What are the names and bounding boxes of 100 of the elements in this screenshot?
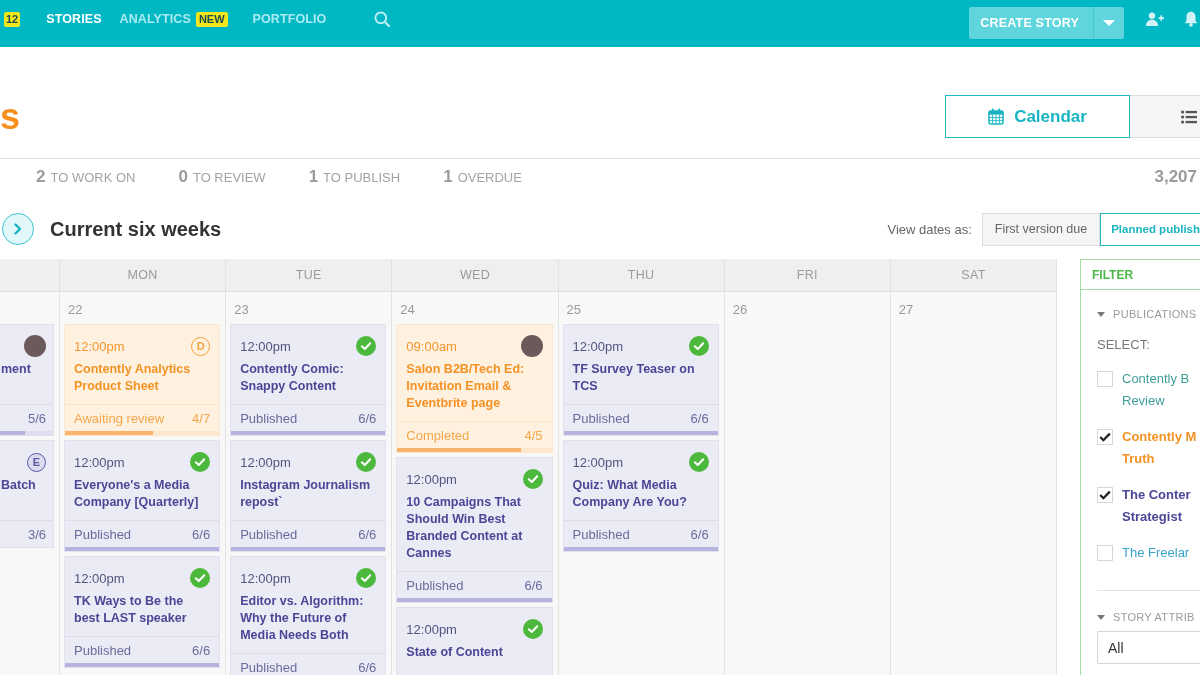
count-badge: 12 <box>4 11 21 27</box>
triangle-down-icon <box>1097 614 1105 620</box>
date-number: 22 <box>68 301 83 317</box>
story-card[interactable]: 12:00pm State of Content <box>397 608 552 675</box>
story-count: 6/6 <box>192 642 211 658</box>
date-number: 23 <box>234 301 249 317</box>
story-status: Published <box>572 410 630 426</box>
story-time: 12:00pm <box>74 570 125 586</box>
story-count: 3/6 <box>27 526 46 542</box>
search-icon[interactable] <box>374 11 391 27</box>
check-circle-icon <box>522 619 543 639</box>
stat-count: 1 <box>308 167 319 187</box>
check-icon <box>1099 490 1111 500</box>
story-title: ment <box>1 361 32 378</box>
day-header: WED <box>392 259 558 292</box>
list-icon <box>1181 109 1197 124</box>
check-circle-icon <box>688 452 709 472</box>
checkbox[interactable] <box>1097 545 1113 561</box>
story-count: 5/6 <box>27 410 46 426</box>
stat-count: 0 <box>178 167 188 187</box>
author-initial: E <box>27 452 46 472</box>
story-count: 6/6 <box>358 526 377 542</box>
date-mode-button[interactable]: First version due <box>981 212 1101 246</box>
story-card[interactable]: 12:00pm TK Ways to Be the best LAST speaker Published 6/6 <box>65 557 220 667</box>
calendar-icon <box>988 108 1005 125</box>
publication-label[interactable]: The Conter Strategist <box>1122 484 1200 528</box>
story-status: Published <box>74 526 132 542</box>
story-count: 6/6 <box>524 577 543 593</box>
story-card[interactable]: 12:00pm Contently Comic: Snappy Content Published 6/6 <box>231 325 386 435</box>
story-status: Published <box>240 526 298 542</box>
section-toggle[interactable]: PUBLICATIONS <box>1097 306 1197 322</box>
day-header: THU <box>558 259 724 292</box>
next-button[interactable] <box>2 213 34 245</box>
story-time: 12:00pm <box>240 570 291 586</box>
stat-label: TO PUBLISH <box>323 170 401 185</box>
story-card[interactable]: 12:00pm Instagram Journalism repost` Published 6/6 <box>231 441 386 551</box>
checkbox[interactable] <box>1097 487 1113 503</box>
story-status: Published <box>572 526 630 542</box>
story-time: 12:00pm <box>406 471 457 487</box>
story-card[interactable]: 12:00pm Everyone's a Media Company [Quarterly] Published 6/6 <box>65 441 220 551</box>
story-title: Everyone's a Media Company [Quarterly] <box>74 477 200 511</box>
check-circle-icon <box>356 452 377 472</box>
story-title: Batch <box>1 477 37 494</box>
add-user-icon[interactable] <box>1146 12 1164 26</box>
check-circle-icon <box>190 568 211 588</box>
check-circle-icon <box>522 469 543 489</box>
avatar <box>520 335 543 357</box>
bell-icon[interactable] <box>1184 11 1198 27</box>
total-count: 3,207 <box>1154 167 1197 187</box>
story-card[interactable]: 12:00pm 10 Campaigns That Should Win Best Branded Content at Cannes Published 6/6 <box>397 458 552 602</box>
story-status: Awaiting review <box>74 410 165 426</box>
filter-title: FILTER <box>1092 267 1134 282</box>
checkbox[interactable] <box>1097 371 1113 387</box>
story-time: 12:00pm <box>74 454 125 470</box>
story-status: Published <box>240 659 298 675</box>
story-title: Contently Analytics Product Sheet <box>74 361 192 395</box>
story-time: 12:00pm <box>572 454 624 470</box>
story-card[interactable]: 12:00pm Editor vs. Algorithm: Why the Future of Media Needs Both Published 6/6 <box>231 557 386 675</box>
story-title: TF Survey Teaser on TCS <box>572 361 696 395</box>
story-card[interactable]: ment 5/6 <box>0 325 53 435</box>
checkbox[interactable] <box>1097 429 1113 445</box>
story-card[interactable]: 12:00pm TF Survey Teaser on TCS Published 6/6 <box>563 325 718 435</box>
story-count: 6/6 <box>690 410 709 426</box>
date-number: 27 <box>898 301 914 317</box>
triangle-down-icon <box>1097 311 1105 317</box>
story-time: 12:00pm <box>572 338 624 354</box>
check-icon <box>1099 432 1111 442</box>
story-title: TK Ways to Be the best LAST speaker <box>74 593 188 627</box>
story-card[interactable]: E Batch 3/6 <box>0 441 53 547</box>
story-count: 6/6 <box>358 410 377 426</box>
story-status: Published <box>406 577 464 593</box>
story-title: State of Content <box>406 644 504 661</box>
story-count: 6/6 <box>690 526 709 542</box>
dropdown-button[interactable] <box>1093 7 1124 39</box>
publication-label[interactable]: The Freelar <box>1122 542 1200 564</box>
view-button[interactable] <box>1130 95 1200 138</box>
check-circle-icon <box>190 452 211 472</box>
select-label: SELECT: <box>1097 337 1151 353</box>
avatar <box>24 335 46 357</box>
stat-label: OVERDUE <box>457 170 522 185</box>
story-count: 6/6 <box>358 659 377 675</box>
select-field[interactable]: All <box>1097 631 1200 664</box>
story-time: 12:00pm <box>240 338 291 354</box>
story-time: 12:00pm <box>74 338 125 354</box>
section-toggle[interactable]: STORY ATTRIB <box>1097 609 1195 625</box>
check-circle-icon <box>688 336 709 356</box>
date-number: 25 <box>566 301 581 317</box>
chevron-right-icon <box>14 223 22 235</box>
publication-label[interactable]: Contently B Review <box>1122 368 1200 412</box>
check-circle-icon <box>356 336 377 356</box>
story-card[interactable]: 12:00pm Quiz: What Media Company Are You? Published 6/6 <box>563 441 718 551</box>
new-badge: NEW <box>195 11 228 27</box>
page-title: s <box>0 97 21 137</box>
story-status: Published <box>240 410 298 426</box>
day-header: MON <box>60 259 226 292</box>
story-title: Quiz: What Media Company Are You? <box>572 477 688 511</box>
check-circle-icon <box>356 568 377 588</box>
day-header: SAT <box>890 259 1057 292</box>
stat-count: 1 <box>443 167 453 187</box>
section-title: Current six weeks <box>50 217 222 241</box>
